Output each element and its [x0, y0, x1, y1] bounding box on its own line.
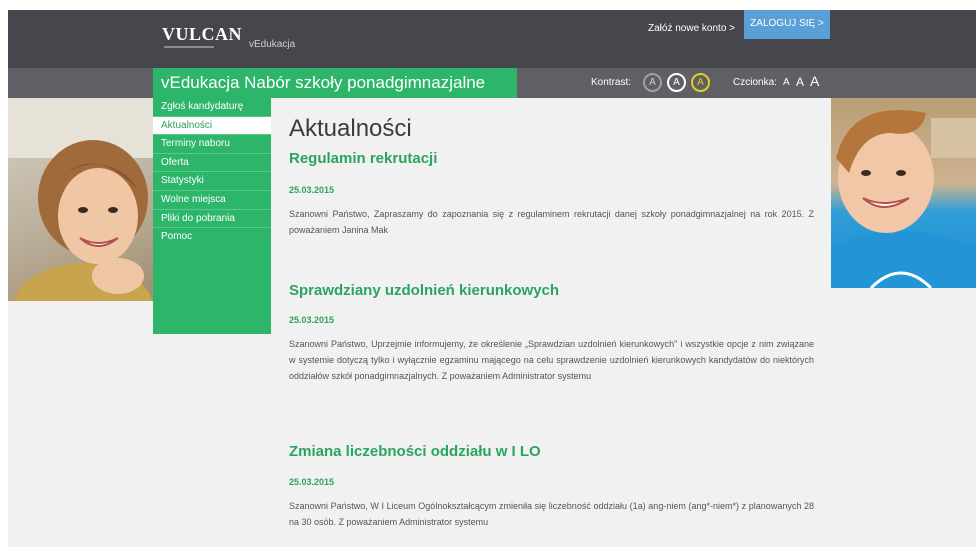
sidebar-item-wolne-miejsca[interactable]: Wolne miejsca — [153, 191, 271, 210]
sidebar-item-pomoc[interactable]: Pomoc — [153, 228, 271, 247]
font-large-button[interactable]: A — [810, 73, 819, 89]
sidebar-item-oferta[interactable]: Oferta — [153, 154, 271, 173]
logo-underline — [164, 46, 214, 48]
font-medium-button[interactable]: A — [796, 75, 804, 89]
sidebar-item-aktualnosci[interactable]: Aktualności — [153, 116, 271, 136]
photo-boy — [831, 98, 976, 288]
font-size-label: Czcionka: — [733, 77, 777, 88]
news-body: Szanowni Państwo, W I Liceum Ogólnokszta… — [289, 501, 814, 527]
main-content: Aktualności Regulamin rekrutacji 25.03.2… — [271, 98, 831, 547]
news-title[interactable]: Zmiana liczebności oddziału w I LO — [289, 443, 541, 460]
news-body: Szanowni Państwo, Zapraszamy do zapoznan… — [289, 209, 814, 235]
photo-girl — [8, 98, 153, 301]
news-date: 25.03.2015 — [289, 477, 335, 487]
site-title-band: vEdukacja Nabór szkoły ponadgimnazjalne — [153, 68, 517, 98]
sidebar-item-statystyki[interactable]: Statystyki — [153, 172, 271, 191]
site-title[interactable]: vEdukacja Nabór szkoły ponadgimnazjalne — [161, 73, 485, 93]
news-body: Szanowni Państwo, Uprzejmie informujemy,… — [289, 339, 814, 381]
contrast-label: Kontrast: — [591, 77, 632, 88]
app-name: vEdukacja — [249, 39, 296, 50]
news-title[interactable]: Sprawdziany uzdolnień kierunkowych — [289, 282, 559, 299]
contrast-default-button[interactable]: A — [643, 73, 662, 92]
news-date: 25.03.2015 — [289, 185, 335, 195]
login-button[interactable]: ZALOGUJ SIĘ > — [744, 10, 830, 39]
top-header: VULCAN vEdukacja Załóż nowe konto > ZALO… — [8, 10, 976, 68]
logo-text: VULCAN — [162, 24, 243, 44]
sidebar-item-terminy-naboru[interactable]: Terminy naboru — [153, 135, 271, 154]
new-account-link[interactable]: Załóż nowe konto > — [648, 23, 735, 34]
vulcan-logo[interactable]: VULCAN — [162, 24, 243, 48]
font-small-button[interactable]: A — [783, 77, 790, 88]
contrast-white-button[interactable]: A — [667, 73, 686, 92]
sidebar-nav: Zgłoś kandydaturę Aktualności Terminy na… — [153, 98, 271, 334]
sidebar-item-pliki-do-pobrania[interactable]: Pliki do pobrania — [153, 210, 271, 229]
news-date: 25.03.2015 — [289, 315, 335, 325]
sub-header: vEdukacja Nabór szkoły ponadgimnazjalne … — [8, 68, 976, 98]
sidebar-item-zglos-kandydature[interactable]: Zgłoś kandydaturę — [153, 98, 271, 117]
contrast-yellow-button[interactable]: A — [691, 73, 710, 92]
page-title: Aktualności — [289, 115, 412, 142]
news-title[interactable]: Regulamin rekrutacji — [289, 150, 437, 167]
